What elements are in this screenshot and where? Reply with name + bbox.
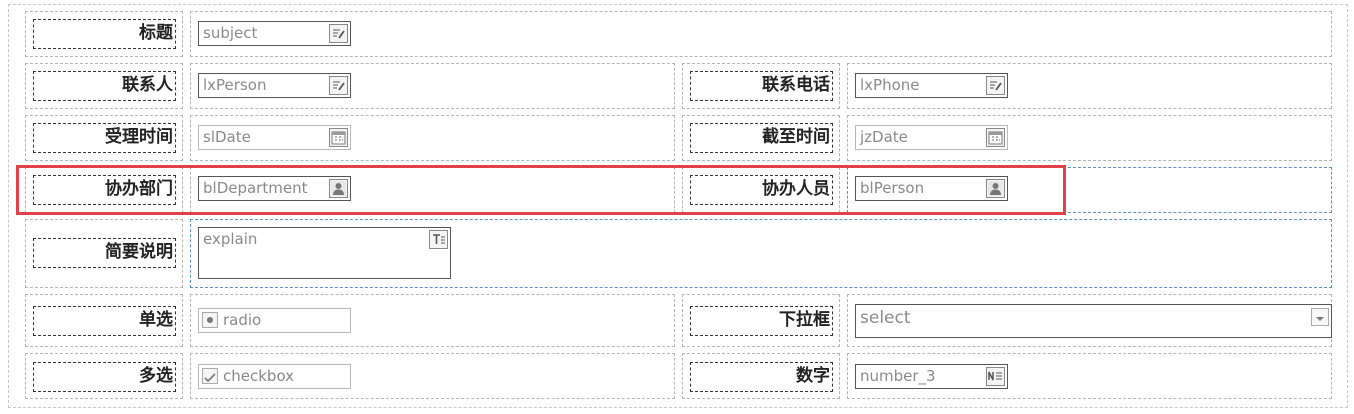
label-select: 下拉框 bbox=[690, 306, 833, 336]
highlight-box bbox=[16, 165, 1066, 215]
edit-icon bbox=[329, 24, 348, 43]
number-icon bbox=[986, 367, 1005, 386]
label-jzdate: 截至时间 bbox=[690, 123, 833, 153]
checkbox-icon[interactable] bbox=[202, 368, 218, 384]
subject-value: subject bbox=[203, 24, 258, 42]
cell-subject-field bbox=[190, 11, 1332, 57]
lxphone-field[interactable]: lxPhone bbox=[855, 73, 1008, 98]
select-dropdown[interactable]: select bbox=[855, 304, 1332, 338]
calendar-icon[interactable] bbox=[329, 128, 348, 147]
number-value: number_3 bbox=[860, 367, 936, 385]
number-field[interactable]: number_3 bbox=[855, 364, 1008, 389]
label-checkbox: 多选 bbox=[33, 362, 176, 392]
radio-value: radio bbox=[223, 311, 262, 329]
sldate-value: slDate bbox=[203, 128, 251, 146]
label-subject: 标题 bbox=[33, 19, 176, 49]
lxperson-field[interactable]: lxPerson bbox=[198, 73, 351, 98]
sldate-field[interactable]: slDate bbox=[198, 125, 351, 150]
jzdate-value: jzDate bbox=[860, 128, 908, 146]
edit-icon bbox=[986, 76, 1005, 95]
label-lxphone: 联系电话 bbox=[690, 71, 833, 101]
explain-value: explain bbox=[203, 230, 258, 248]
label-explain: 简要说明 bbox=[33, 238, 176, 268]
checkbox-value: checkbox bbox=[223, 367, 295, 385]
checkbox-field[interactable]: checkbox bbox=[198, 364, 351, 389]
select-value: select bbox=[860, 308, 911, 328]
jzdate-field[interactable]: jzDate bbox=[855, 125, 1008, 150]
label-radio: 单选 bbox=[33, 306, 176, 336]
label-sldate: 受理时间 bbox=[33, 123, 176, 153]
explain-textarea[interactable]: explain bbox=[198, 227, 451, 279]
dropdown-arrow-icon[interactable] bbox=[1311, 308, 1329, 326]
edit-icon bbox=[329, 76, 348, 95]
textarea-icon bbox=[429, 230, 448, 249]
subject-field[interactable]: subject bbox=[198, 21, 351, 46]
label-lxperson: 联系人 bbox=[33, 71, 176, 101]
radio-icon[interactable] bbox=[202, 312, 218, 328]
calendar-icon[interactable] bbox=[986, 128, 1005, 147]
lxphone-value: lxPhone bbox=[860, 76, 920, 94]
lxperson-value: lxPerson bbox=[203, 76, 267, 94]
label-number: 数字 bbox=[690, 362, 833, 392]
radio-field[interactable]: radio bbox=[198, 308, 351, 333]
